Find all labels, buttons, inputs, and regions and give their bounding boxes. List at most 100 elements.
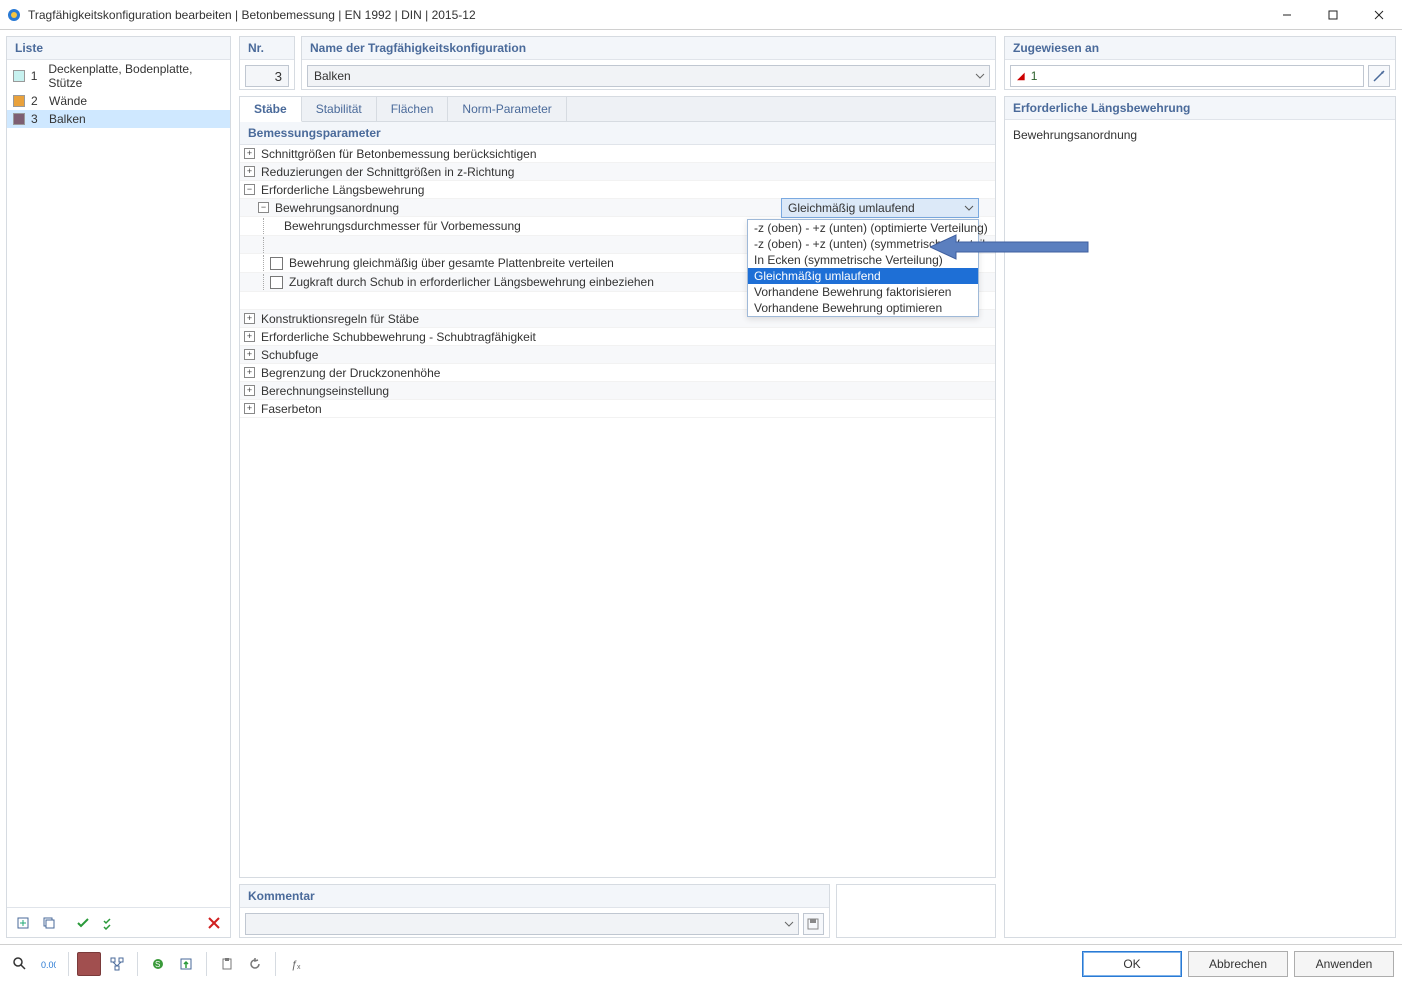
dropdown-option[interactable]: Gleichmäßig umlaufend (748, 268, 978, 284)
name-combo-value: Balken (314, 69, 351, 83)
blank-panel (836, 884, 996, 938)
expand-icon[interactable]: + (244, 313, 255, 324)
window-close-button[interactable] (1356, 0, 1402, 30)
export-button[interactable] (174, 952, 198, 976)
title-bar: Tragfähigkeitskonfiguration bearbeiten |… (0, 0, 1402, 30)
cancel-button[interactable]: Abbrechen (1188, 951, 1288, 977)
list-item-number: 1 (31, 69, 43, 83)
tab-norm-parameter[interactable]: Norm-Parameter (448, 97, 566, 121)
dropdown-option[interactable]: -z (oben) - +z (unten) (optimierte Verte… (748, 220, 978, 236)
color-button[interactable] (77, 952, 101, 976)
expand-icon[interactable]: + (244, 385, 255, 396)
reinforcement-layout-dropdown[interactable]: -z (oben) - +z (unten) (optimierte Verte… (747, 219, 979, 317)
expand-icon[interactable]: + (244, 148, 255, 159)
window-minimize-button[interactable] (1264, 0, 1310, 30)
window-maximize-button[interactable] (1310, 0, 1356, 30)
new-item-button[interactable] (11, 911, 35, 935)
list-toolbar (7, 907, 230, 937)
function-button[interactable]: ƒx (284, 952, 308, 976)
script-button[interactable]: S (146, 952, 170, 976)
ok-button[interactable]: OK (1082, 951, 1182, 977)
assigned-pick-button[interactable] (1368, 65, 1390, 87)
tree-row[interactable]: + Schnittgrößen für Betonbemessung berüc… (240, 145, 995, 163)
list-item-number: 2 (31, 94, 43, 108)
tree-row[interactable]: +Schubfuge (240, 346, 995, 364)
tab-stabilität[interactable]: Stabilität (302, 97, 377, 121)
tree-row[interactable]: +Faserbeton (240, 400, 995, 418)
chevron-down-icon (964, 203, 974, 213)
parameter-tree: + Schnittgrößen für Betonbemessung berüc… (240, 145, 995, 418)
expand-icon[interactable]: + (244, 166, 255, 177)
svg-text:S: S (155, 960, 160, 969)
dropdown-option[interactable]: Vorhandene Bewehrung faktorisieren (748, 284, 978, 300)
color-swatch (13, 113, 25, 125)
name-combo[interactable]: Balken (307, 65, 990, 87)
assigned-panel: Zugewiesen an ◢ 1 (1004, 36, 1396, 90)
reset-button[interactable] (243, 952, 267, 976)
list-item-label: Balken (49, 112, 86, 126)
list-item-label: Deckenplatte, Bodenplatte, Stütze (48, 62, 224, 90)
checkbox[interactable] (270, 257, 283, 270)
dropdown-option[interactable]: -z (oben) - +z (unten) (symmetrische Ver… (748, 236, 978, 252)
color-swatch (13, 95, 25, 107)
svg-text:x: x (297, 964, 301, 971)
color-swatch (13, 70, 25, 82)
tree-row[interactable]: + Reduzierungen der Schnittgrößen in z-R… (240, 163, 995, 181)
comment-combo[interactable] (245, 913, 799, 935)
dropdown-option[interactable]: Vorhandene Bewehrung optimieren (748, 300, 978, 316)
expand-icon[interactable]: + (244, 403, 255, 414)
dropdown-option[interactable]: In Ecken (symmetrische Verteilung) (748, 252, 978, 268)
member-icon: ◢ (1017, 71, 1025, 82)
detail-header: Erforderliche Längsbewehrung (1005, 97, 1395, 120)
list-item[interactable]: 3 Balken (7, 110, 230, 128)
expand-icon[interactable]: + (244, 349, 255, 360)
tree-row[interactable]: − Bewehrungsanordnung Gleichmäßig umlauf… (240, 199, 995, 217)
detail-body: Bewehrungsanordnung (1005, 120, 1395, 150)
number-header: Nr. (240, 37, 294, 60)
hierarchy-button[interactable] (105, 952, 129, 976)
detail-panel: Erforderliche Längsbewehrung Bewehrungsa… (1004, 96, 1396, 938)
expand-icon[interactable]: + (244, 367, 255, 378)
copy-item-button[interactable] (37, 911, 61, 935)
tab-stäbe[interactable]: Stäbe (240, 97, 302, 122)
number-panel: Nr. (239, 36, 295, 90)
list-item-number: 3 (31, 112, 43, 126)
assigned-header: Zugewiesen an (1005, 37, 1395, 60)
tree-row[interactable]: +Erforderliche Schubbewehrung - Schubtra… (240, 328, 995, 346)
units-button[interactable]: 0.00 (36, 952, 60, 976)
check-all-button[interactable] (97, 911, 121, 935)
comment-panel: Kommentar (239, 884, 830, 938)
comment-save-button[interactable] (803, 913, 824, 935)
name-header: Name der Tragfähigkeitskonfiguration (302, 37, 995, 60)
chevron-down-icon (975, 71, 985, 81)
list-item[interactable]: 1 Deckenplatte, Bodenplatte, Stütze (7, 60, 230, 92)
list-body: 1 Deckenplatte, Bodenplatte, Stütze 2 Wände… (7, 60, 230, 907)
parameters-header: Bemessungsparameter (240, 122, 995, 145)
name-panel: Name der Tragfähigkeitskonfiguration Bal… (301, 36, 996, 90)
list-panel: Liste 1Deckenplatte, Bodenplatte, Stütze… (6, 36, 231, 938)
check-single-button[interactable] (71, 911, 95, 935)
tab-body: Bemessungsparameter + Schnittgrößen für … (240, 122, 995, 877)
reinforcement-layout-combo[interactable]: Gleichmäßig umlaufend (781, 198, 979, 218)
window-title: Tragfähigkeitskonfiguration bearbeiten |… (28, 8, 476, 22)
apply-button[interactable]: Anwenden (1294, 951, 1394, 977)
collapse-icon[interactable]: − (244, 184, 255, 195)
list-item-label: Wände (49, 94, 87, 108)
tab-flächen[interactable]: Flächen (377, 97, 449, 121)
expand-icon[interactable]: + (244, 331, 255, 342)
tabs-panel: StäbeStabilitätFlächenNorm-Parameter Bem… (239, 96, 996, 878)
tree-row[interactable]: − Erforderliche Längsbewehrung (240, 181, 995, 199)
assigned-input[interactable]: ◢ 1 (1010, 65, 1364, 87)
clipboard-button[interactable] (215, 952, 239, 976)
number-input[interactable] (245, 65, 289, 87)
tree-row[interactable]: +Begrenzung der Druckzonenhöhe (240, 364, 995, 382)
delete-item-button[interactable] (202, 911, 226, 935)
list-item[interactable]: 2 Wände (7, 92, 230, 110)
checkbox[interactable] (270, 276, 283, 289)
search-button[interactable] (8, 952, 32, 976)
chevron-down-icon (784, 919, 794, 929)
app-icon (6, 7, 22, 23)
bottom-toolbar: 0.00 S ƒx OK Abbrechen Anwenden (0, 944, 1402, 982)
collapse-icon[interactable]: − (258, 202, 269, 213)
tree-row[interactable]: +Berechnungseinstellung (240, 382, 995, 400)
